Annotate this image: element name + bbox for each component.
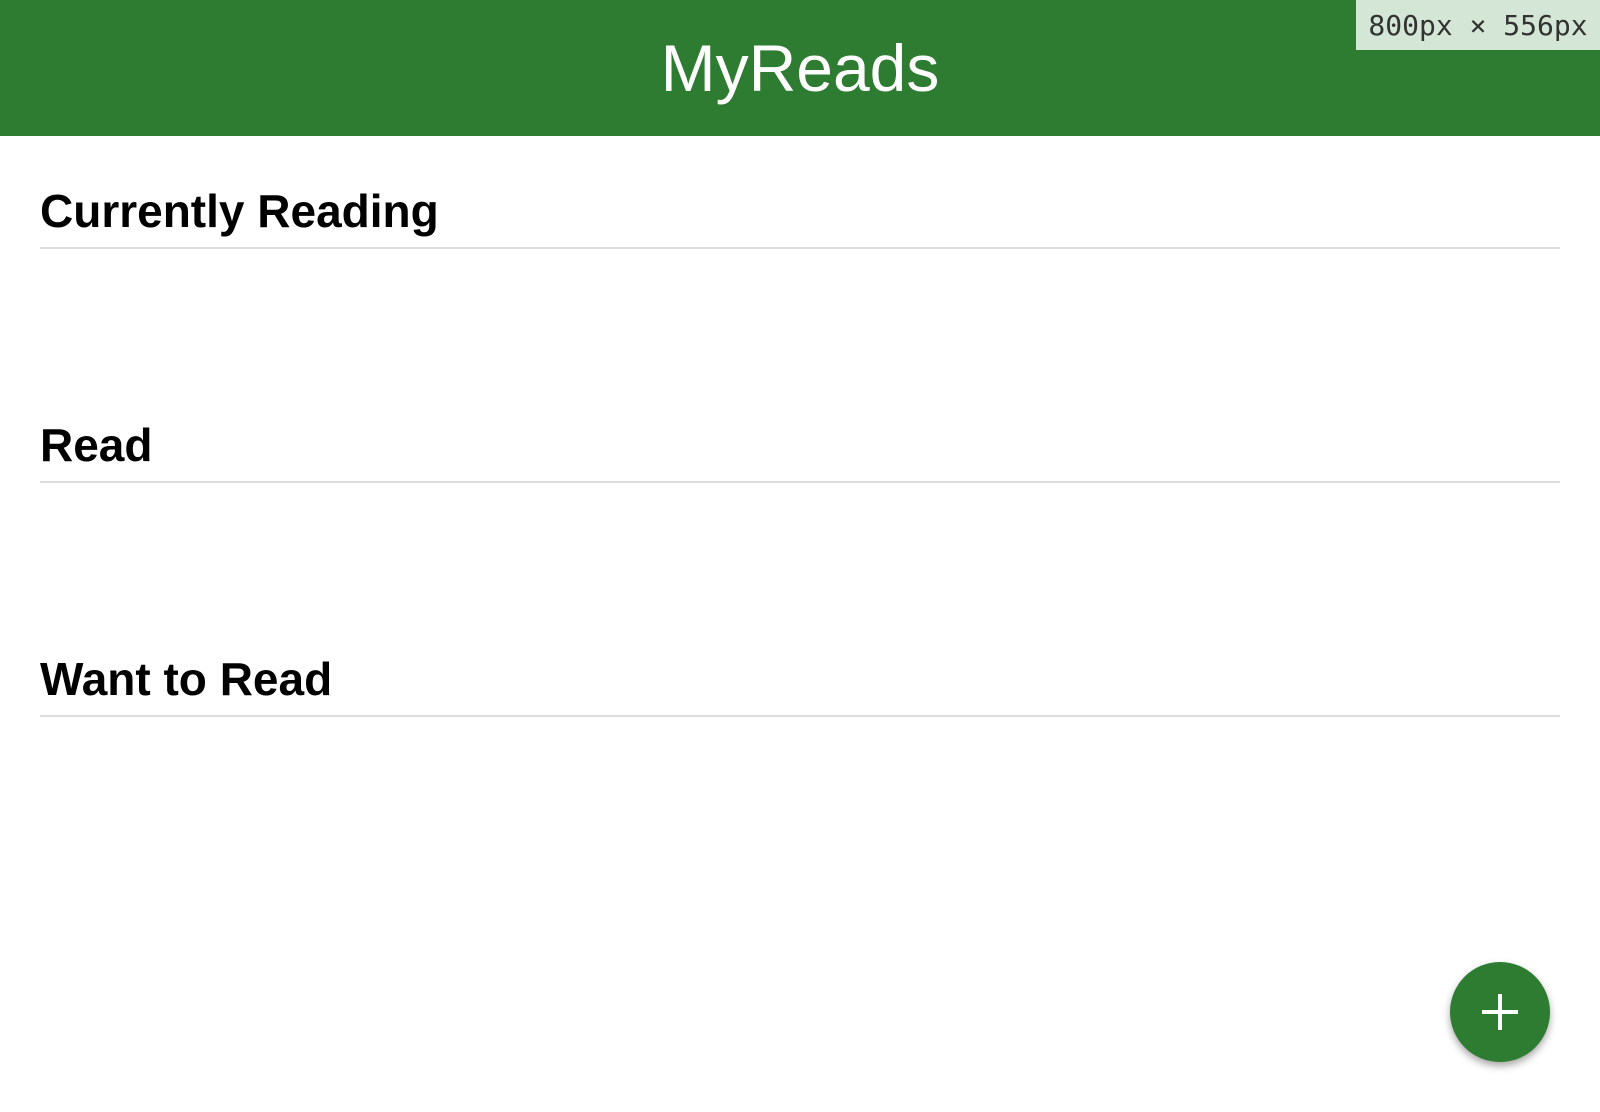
app-title: MyReads — [660, 31, 940, 105]
shelf-read: Read — [40, 370, 1560, 604]
viewport-size-badge: 800px × 556px — [1356, 0, 1600, 50]
shelf-books-list — [40, 483, 1560, 604]
bookshelves: Currently Reading Read Want to Read — [40, 136, 1560, 838]
shelf-currently-reading: Currently Reading — [40, 136, 1560, 370]
plus-icon — [1482, 994, 1518, 1030]
shelf-title: Currently Reading — [40, 136, 1560, 249]
shelf-want-to-read: Want to Read — [40, 604, 1560, 838]
shelf-books-list — [40, 717, 1560, 838]
add-book-button[interactable] — [1450, 962, 1550, 1062]
shelf-books-list — [40, 249, 1560, 370]
shelf-title: Want to Read — [40, 604, 1560, 717]
shelf-title: Read — [40, 370, 1560, 483]
app: MyReads 800px × 556px Currently Reading … — [0, 0, 1600, 1112]
